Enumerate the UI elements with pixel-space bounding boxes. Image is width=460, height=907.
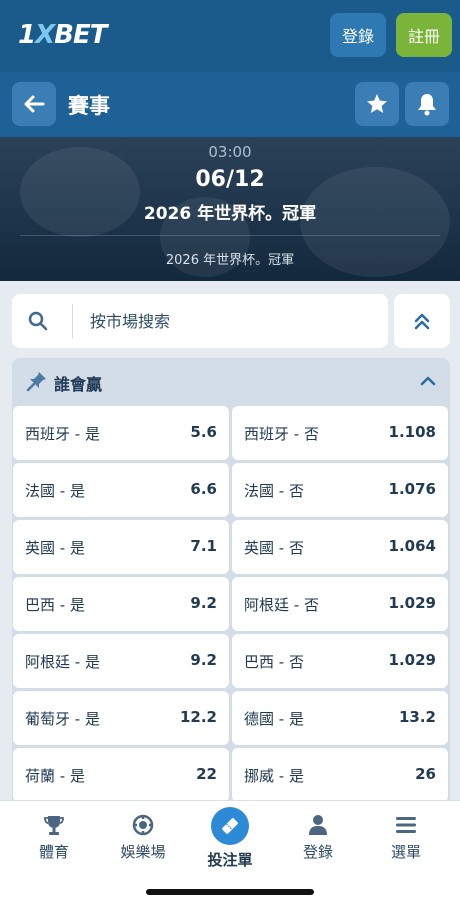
odds-cell[interactable]: 阿根廷 - 否 1.029 [232, 577, 448, 631]
odds-value: 12.2 [179, 708, 217, 726]
odds-label: 阿根廷 - 是 [25, 653, 100, 671]
notification-button[interactable] [405, 82, 449, 126]
pin-icon[interactable] [26, 370, 48, 392]
event-date: 06/12 [195, 167, 265, 192]
banner-divider [20, 235, 440, 236]
odds-label: 英國 - 是 [25, 539, 85, 557]
top-header: 1XBET 登錄 註冊 [0, 0, 460, 72]
market-title: 誰會贏 [54, 375, 103, 394]
tab-label: 娛樂場 [120, 843, 166, 861]
tab-casino[interactable]: 娛樂場 [103, 813, 183, 862]
odds-value: 7.1 [190, 537, 217, 555]
casino-chip-icon [132, 814, 154, 836]
odds-label: 挪威 - 是 [244, 767, 304, 785]
odds-cell[interactable]: 挪威 - 是 26 [232, 748, 448, 802]
odds-cell[interactable]: 德國 - 是 13.2 [232, 691, 448, 745]
odds-cell[interactable]: 西班牙 - 否 1.108 [232, 406, 448, 460]
event-banner: 03:00 06/12 2026 年世界杯。冠軍 2026 年世界杯。冠軍 [0, 137, 460, 281]
tab-sports[interactable]: 體育 [14, 813, 94, 862]
search-icon [28, 311, 48, 331]
tab-betslip[interactable]: 投注單 [190, 807, 270, 870]
home-indicator[interactable] [146, 889, 314, 895]
tab-menu[interactable]: 選單 [366, 813, 446, 862]
market-search-box [12, 294, 388, 348]
odds-label: 巴西 - 否 [244, 653, 304, 671]
tab-label: 投注單 [207, 851, 253, 869]
odds-value: 1.029 [388, 594, 436, 612]
tab-label: 選單 [390, 843, 421, 861]
favorite-button[interactable] [355, 82, 399, 126]
odds-value: 5.6 [190, 423, 217, 441]
bell-icon [418, 94, 436, 116]
odds-label: 葡萄牙 - 是 [25, 710, 100, 728]
logo-text-bet: BET [54, 20, 107, 50]
odds-label: 荷蘭 - 是 [25, 767, 85, 785]
odds-value: 9.2 [190, 651, 217, 669]
star-icon [367, 94, 387, 113]
odds-value: 1.108 [388, 423, 436, 441]
market-who-will-win: 誰會贏 西班牙 - 是 5.6 西班牙 - 否 1.108 法國 - 是 6.6… [12, 358, 450, 803]
odds-label: 西班牙 - 是 [25, 425, 100, 443]
page-nav-bar: 賽事 [0, 72, 460, 137]
page-title: 賽事 [68, 94, 110, 118]
odds-label: 西班牙 - 否 [244, 425, 319, 443]
user-icon [309, 815, 327, 835]
logo-text-x: X [35, 20, 55, 50]
back-button[interactable] [12, 82, 56, 126]
odds-label: 英國 - 否 [244, 539, 304, 557]
odds-cell[interactable]: 巴西 - 否 1.029 [232, 634, 448, 688]
odds-value: 9.2 [190, 594, 217, 612]
market-search-input[interactable] [90, 308, 370, 334]
event-time: 03:00 [208, 143, 252, 161]
brand-logo[interactable]: 1XBET [18, 20, 107, 50]
ticket-icon [222, 818, 238, 834]
collapse-all-button[interactable] [394, 294, 450, 348]
odds-cell[interactable]: 葡萄牙 - 是 12.2 [13, 691, 229, 745]
odds-value: 1.076 [388, 480, 436, 498]
odds-cell[interactable]: 英國 - 否 1.064 [232, 520, 448, 574]
chevron-up-icon[interactable] [420, 373, 436, 389]
event-title: 2026 年世界杯。冠軍 [143, 204, 317, 224]
login-button[interactable]: 登錄 [330, 13, 386, 57]
odds-value: 6.6 [190, 480, 217, 498]
odds-label: 巴西 - 是 [25, 596, 85, 614]
odds-cell[interactable]: 巴西 - 是 9.2 [13, 577, 229, 631]
market-header[interactable]: 誰會贏 [12, 358, 450, 404]
tab-label: 體育 [38, 843, 69, 861]
odds-value: 22 [196, 765, 217, 783]
odds-cell[interactable]: 阿根廷 - 是 9.2 [13, 634, 229, 688]
odds-cell[interactable]: 荷蘭 - 是 22 [13, 748, 229, 802]
menu-icon [396, 817, 416, 833]
logo-text-one: 1 [18, 20, 36, 50]
tab-login[interactable]: 登錄 [278, 813, 358, 862]
trophy-icon [44, 816, 64, 835]
odds-label: 法國 - 否 [244, 482, 304, 500]
event-subtitle: 2026 年世界杯。冠軍 [165, 253, 295, 268]
odds-label: 法國 - 是 [25, 482, 85, 500]
tab-label: 登錄 [302, 843, 333, 861]
odds-cell[interactable]: 英國 - 是 7.1 [13, 520, 229, 574]
odds-label: 德國 - 是 [244, 710, 304, 728]
register-button[interactable]: 註冊 [396, 13, 452, 57]
odds-label: 阿根廷 - 否 [244, 596, 319, 614]
odds-value: 1.029 [388, 651, 436, 669]
odds-value: 26 [415, 765, 436, 783]
odds-cell[interactable]: 法國 - 是 6.6 [13, 463, 229, 517]
double-chevron-up-icon [414, 313, 430, 330]
odds-cell[interactable]: 西班牙 - 是 5.6 [13, 406, 229, 460]
odds-value: 13.2 [398, 708, 436, 726]
odds-cell[interactable]: 法國 - 否 1.076 [232, 463, 448, 517]
arrow-left-icon [24, 95, 45, 113]
odds-value: 1.064 [388, 537, 436, 555]
search-divider [72, 304, 73, 338]
